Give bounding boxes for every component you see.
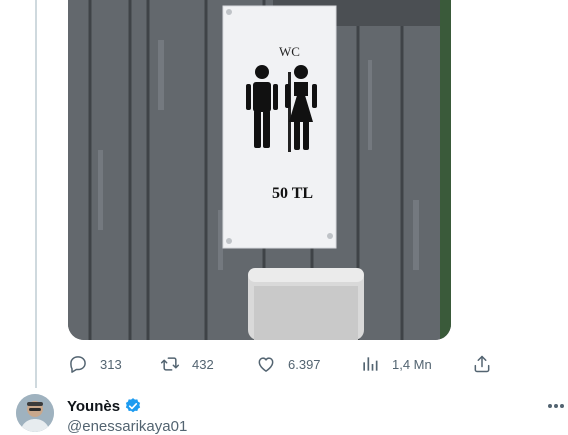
retweet-count: 432: [192, 356, 214, 372]
more-options-button[interactable]: [544, 396, 568, 416]
retweet-button[interactable]: 432: [160, 352, 214, 376]
verified-badge-icon: [125, 398, 141, 413]
retweet-icon: [160, 357, 180, 371]
avatar-photo: [16, 394, 54, 432]
views-button[interactable]: 1,4 Mn: [360, 352, 432, 376]
photo-wc-sign-scene: WC 50 TL: [68, 0, 451, 340]
view-count: 1,4 Mn: [392, 356, 432, 372]
analytics-bars-icon: [363, 357, 378, 371]
next-tweet-author: Younès @enessarikaya01: [67, 397, 187, 435]
reply-count: 313: [100, 356, 122, 372]
share-button[interactable]: [472, 352, 492, 376]
tweet-action-bar: 313 432 6.397 1,4 Mn: [68, 352, 498, 376]
like-button[interactable]: 6.397: [256, 352, 321, 376]
reply-icon: [70, 356, 86, 373]
author-name[interactable]: Younès: [67, 398, 120, 415]
heart-icon: [258, 357, 274, 372]
more-dots-icon: [548, 404, 564, 408]
sign-price-label: 50 TL: [272, 185, 313, 202]
reply-button[interactable]: 313: [68, 352, 122, 376]
thread-connector-line: [35, 0, 37, 388]
like-count: 6.397: [288, 356, 321, 372]
sign-wc-label: WC: [279, 44, 300, 59]
author-handle[interactable]: @enessarikaya01: [67, 418, 187, 435]
tweet-photo[interactable]: WC 50 TL: [68, 0, 451, 340]
avatar[interactable]: [16, 394, 54, 432]
author-name-row: Younès: [67, 397, 187, 415]
share-icon: [474, 355, 490, 373]
